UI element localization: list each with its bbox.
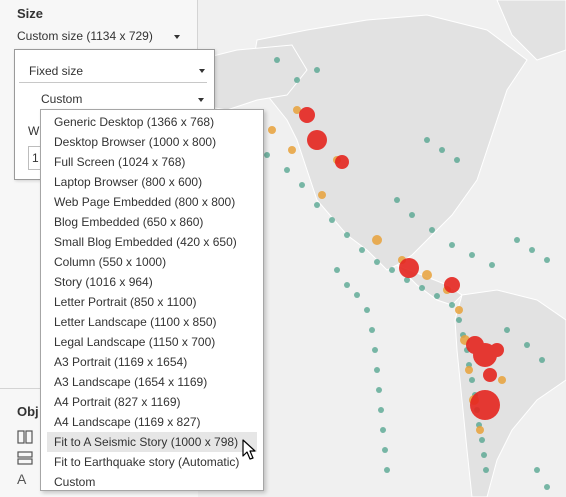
preset-size-option[interactable]: A3 Portrait (1169 x 1654) — [41, 352, 263, 372]
size-dropdown[interactable]: Custom size (1134 x 729) — [17, 29, 187, 45]
horizontal-layout-icon[interactable] — [17, 430, 35, 444]
chevron-down-icon — [199, 69, 205, 73]
size-dropdown-value: Custom size (1134 x 729) — [17, 29, 153, 43]
preset-size-option[interactable]: A3 Landscape (1654 x 1169) — [41, 372, 263, 392]
mouse-cursor-icon — [242, 439, 256, 460]
preset-size-option[interactable]: Web Page Embedded (800 x 800) — [41, 192, 263, 212]
chevron-down-icon — [198, 98, 204, 102]
fixed-size-value: Fixed size — [29, 64, 84, 78]
objects-title: Obj — [17, 404, 39, 419]
preset-size-list: Generic Desktop (1366 x 768) Desktop Brow… — [40, 109, 264, 491]
fixed-size-dropdown[interactable]: Fixed size — [19, 61, 207, 83]
preset-size-option[interactable]: Fit to Earthquake story (Automatic) — [41, 452, 263, 472]
text-icon[interactable]: A — [17, 472, 35, 486]
preset-size-option[interactable]: Small Blog Embedded (420 x 650) — [41, 232, 263, 252]
preset-size-option[interactable]: Full Screen (1024 x 768) — [41, 152, 263, 172]
preset-size-option[interactable]: Column (550 x 1000) — [41, 252, 263, 272]
size-title: Size — [17, 6, 44, 21]
preset-size-value: Custom — [41, 92, 83, 106]
preset-size-option[interactable]: Blog Embedded (650 x 860) — [41, 212, 263, 232]
preset-size-option[interactable]: Letter Landscape (1100 x 850) — [41, 312, 263, 332]
preset-size-option[interactable]: Laptop Browser (800 x 600) — [41, 172, 263, 192]
vertical-layout-icon[interactable] — [17, 451, 35, 465]
preset-size-dropdown[interactable]: Custom — [37, 90, 211, 110]
width-label: W — [28, 124, 40, 138]
preset-size-option[interactable]: Story (1016 x 964) — [41, 272, 263, 292]
chevron-down-icon — [174, 35, 180, 39]
preset-size-option[interactable]: A4 Portrait (827 x 1169) — [41, 392, 263, 412]
preset-size-option[interactable]: Desktop Browser (1000 x 800) — [41, 132, 263, 152]
preset-size-option[interactable]: Custom — [41, 472, 263, 492]
preset-size-option[interactable]: A4 Landscape (1169 x 827) — [41, 412, 263, 432]
preset-size-option[interactable]: Legal Landscape (1150 x 700) — [41, 332, 263, 352]
preset-size-option[interactable]: Fit to A Seismic Story (1000 x 798) — [47, 432, 257, 452]
preset-size-option[interactable]: Letter Portrait (850 x 1100) — [41, 292, 263, 312]
preset-size-option[interactable]: Generic Desktop (1366 x 768) — [41, 112, 263, 132]
